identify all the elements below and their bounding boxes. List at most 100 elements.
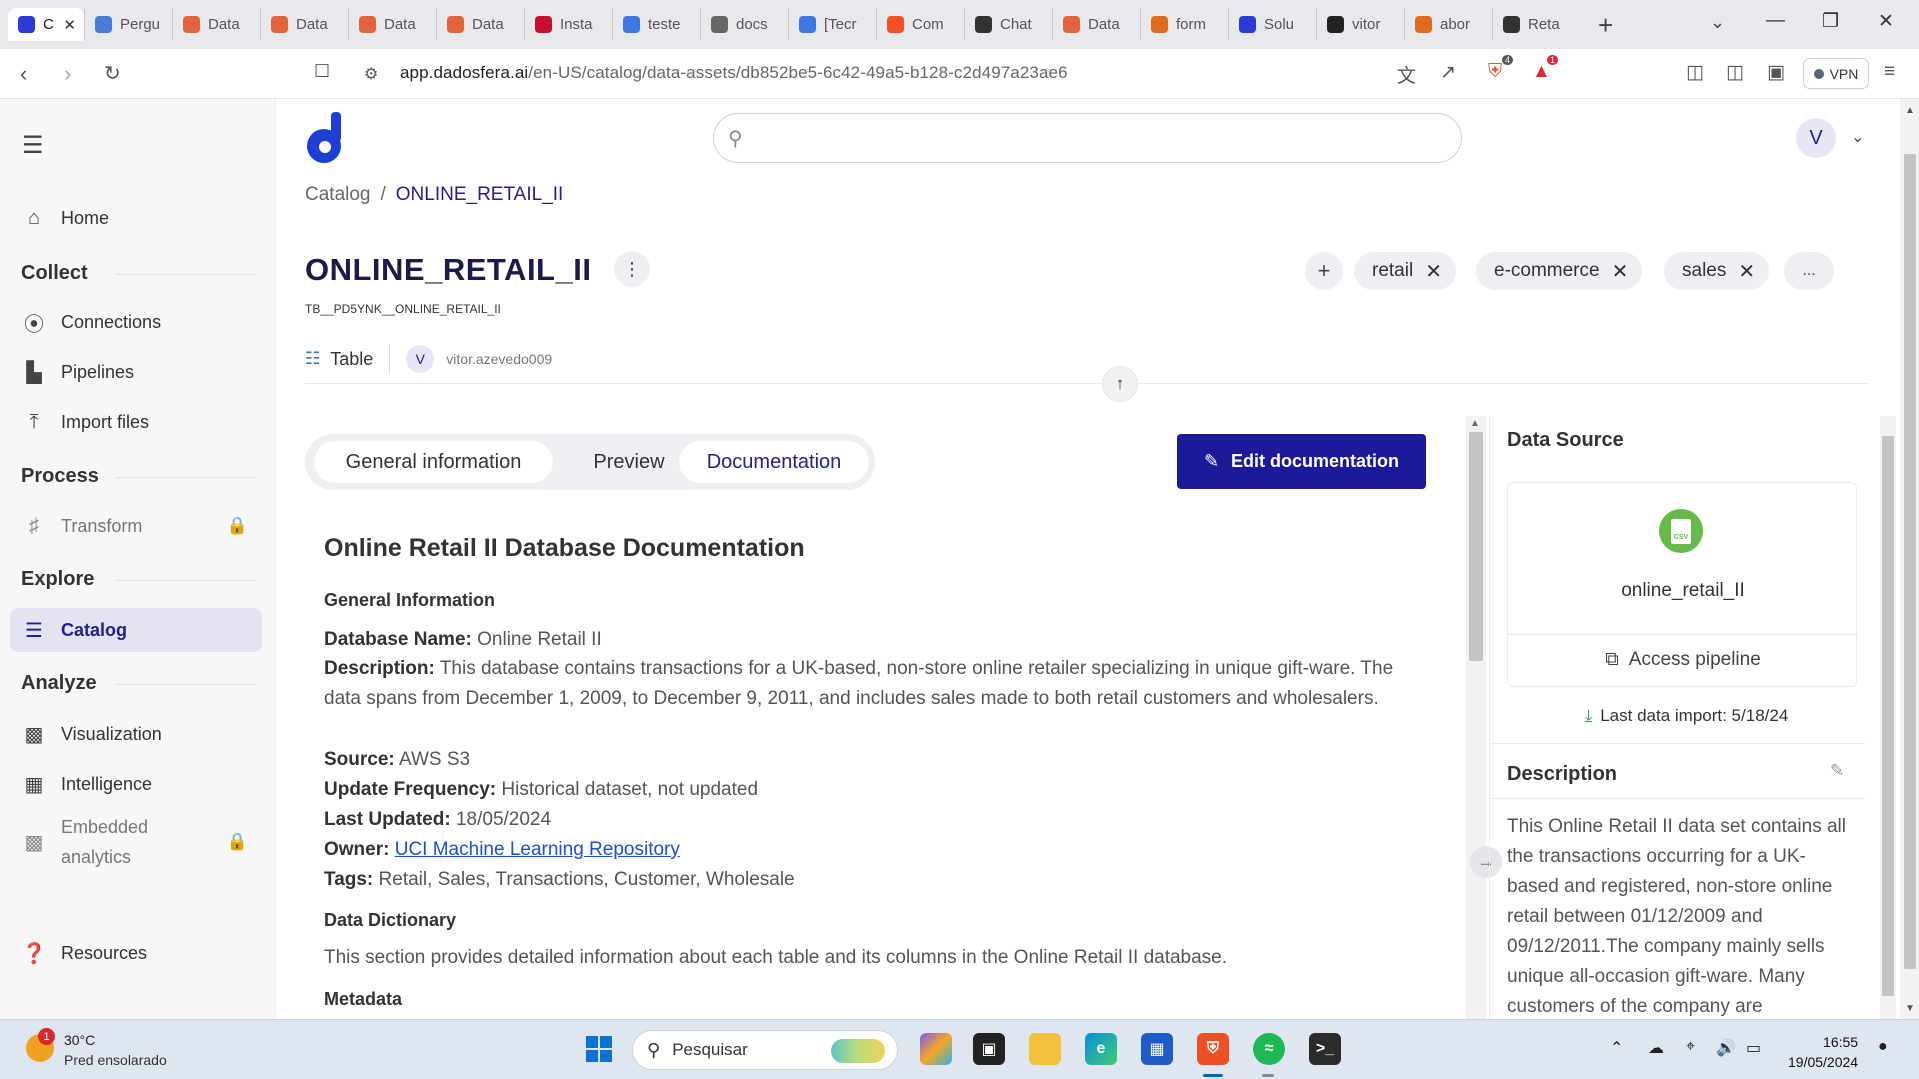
edit-documentation-button[interactable]: ✎ Edit documentation: [1177, 434, 1426, 489]
scroll-down-icon[interactable]: ▼: [1905, 1003, 1915, 1014]
divider: [116, 477, 256, 478]
menu-icon[interactable]: ≡: [1884, 61, 1895, 83]
sidebar-item-home[interactable]: ⌂ Home: [10, 196, 262, 240]
chevron-up-icon[interactable]: ⌃: [1610, 1038, 1623, 1058]
scroll-thumb[interactable]: [1469, 432, 1483, 661]
browser-tab[interactable]: Data: [260, 8, 348, 41]
tab-general-information[interactable]: General information: [314, 441, 553, 483]
dadosfera-icon: [18, 16, 35, 33]
close-window-icon[interactable]: ✕: [1878, 10, 1894, 33]
terminal-icon[interactable]: >_: [1309, 1033, 1341, 1065]
close-tab-icon[interactable]: ✕: [63, 16, 76, 34]
search-input[interactable]: ⚲: [713, 113, 1462, 163]
browser-tab[interactable]: Data: [348, 8, 436, 41]
page-scrollbar[interactable]: ▲ ▼: [1900, 99, 1919, 1019]
brave-shield-icon[interactable]: ⛨: [1488, 61, 1502, 83]
back-icon[interactable]: ‹: [20, 61, 27, 87]
more-tags-button[interactable]: ...: [1784, 252, 1834, 290]
doc-line: Update Frequency: Historical dataset, no…: [324, 779, 759, 800]
hamburger-menu-icon[interactable]: ☰: [22, 131, 44, 160]
tab-documentation[interactable]: Documentation: [679, 441, 869, 483]
sidebar-item-visualization[interactable]: ▩ Visualization: [10, 712, 262, 756]
restore-icon[interactable]: ❐: [1822, 10, 1839, 33]
vpn-button[interactable]: VPN: [1803, 58, 1869, 89]
spotify-icon[interactable]: ≈: [1253, 1033, 1285, 1065]
store-icon[interactable]: ▦: [1141, 1033, 1173, 1065]
browser-tab[interactable]: Pergu: [84, 8, 172, 41]
sidebar-item-intelligence[interactable]: ▦ Intelligence: [10, 762, 262, 806]
tab-label: Solu: [1264, 16, 1295, 33]
breadcrumb-catalog-link[interactable]: Catalog: [305, 184, 371, 205]
edge-icon[interactable]: e: [1085, 1033, 1117, 1065]
documentation-scrollbar[interactable]: ▲: [1466, 416, 1486, 1019]
task-view-icon[interactable]: ▣: [973, 1033, 1005, 1065]
taskbar-search-input[interactable]: ⚲ Pesquisar: [632, 1030, 898, 1070]
browser-tab[interactable]: form: [1140, 8, 1228, 41]
site-settings-icon[interactable]: ⚙: [364, 64, 378, 84]
scroll-thumb[interactable]: [1882, 436, 1894, 996]
copilot-icon[interactable]: [920, 1033, 952, 1065]
extensions-icon[interactable]: ◫: [1686, 61, 1704, 84]
add-tag-button[interactable]: +: [1305, 252, 1343, 290]
clock[interactable]: 16:55 19/05/2024: [1788, 1032, 1858, 1072]
sidebar-item-resources[interactable]: ❓ Resources: [10, 931, 262, 975]
sidebar-item-transform[interactable]: ♯ Transform 🔒: [10, 504, 262, 548]
browser-tab[interactable]: Chat: [964, 8, 1052, 41]
browser-tab[interactable]: teste: [612, 8, 700, 41]
share-icon[interactable]: ↗: [1440, 61, 1456, 84]
scroll-up-icon[interactable]: ▲: [1470, 418, 1480, 429]
browser-tab[interactable]: Data: [172, 8, 260, 41]
battery-icon[interactable]: ▭: [1746, 1038, 1761, 1058]
browser-tab[interactable]: C ✕: [8, 8, 84, 41]
cloud-offline-icon[interactable]: ☁: [1648, 1038, 1664, 1058]
browser-tab[interactable]: Data: [1052, 8, 1140, 41]
remove-tag-icon[interactable]: ✕: [1738, 259, 1755, 284]
sidebar-item-pipelines[interactable]: ▙ Pipelines: [10, 350, 262, 394]
reload-icon[interactable]: ↻: [104, 61, 121, 86]
user-avatar[interactable]: V: [1796, 118, 1836, 158]
windows-start-icon[interactable]: [583, 1033, 615, 1065]
sidebar-item-import-files[interactable]: ⤒ Import files: [10, 400, 262, 444]
wifi-icon[interactable]: ⌖: [1686, 1038, 1695, 1056]
more-options-button[interactable]: ⋮: [614, 251, 650, 287]
notifications-icon[interactable]: ●: [1878, 1038, 1888, 1056]
edit-description-icon[interactable]: ✎: [1830, 761, 1844, 781]
url-field[interactable]: app.dadosfera.ai/en-US/catalog/data-asse…: [400, 63, 1068, 83]
tab-search-chevron-icon[interactable]: ⌄: [1710, 12, 1725, 33]
external-link-icon: ⧉: [1605, 649, 1619, 670]
browser-tab[interactable]: Solu: [1228, 8, 1316, 41]
scroll-thumb[interactable]: [1904, 154, 1916, 969]
wallet-icon[interactable]: ▣: [1767, 61, 1785, 84]
collapse-header-icon[interactable]: ↑: [1102, 366, 1138, 402]
browser-tab[interactable]: [Tecr: [788, 8, 876, 41]
bookmark-icon[interactable]: ☐: [314, 61, 330, 82]
remove-tag-icon[interactable]: ✕: [1425, 259, 1442, 284]
browser-tab[interactable]: vitor: [1316, 8, 1404, 41]
browser-tab[interactable]: docs: [700, 8, 788, 41]
browser-tab[interactable]: Insta: [524, 8, 612, 41]
browser-tab[interactable]: Reta: [1492, 8, 1580, 41]
dadosfera-logo[interactable]: [305, 112, 345, 164]
breadcrumb-separator: /: [380, 184, 386, 205]
sidebar-item-connections[interactable]: ⦿ Connections: [10, 300, 262, 344]
scroll-up-icon[interactable]: ▲: [1905, 105, 1915, 116]
browser-tab[interactable]: abor: [1404, 8, 1492, 41]
forward-icon[interactable]: ›: [64, 61, 71, 87]
right-panel-scrollbar[interactable]: [1880, 416, 1896, 1019]
chevron-down-icon[interactable]: ⌄: [1851, 127, 1864, 147]
sidebar-item-embedded-analytics[interactable]: ▩ Embedded analytics 🔒: [10, 812, 262, 872]
owner-link[interactable]: UCI Machine Learning Repository: [395, 839, 680, 860]
browser-tab[interactable]: Com: [876, 8, 964, 41]
translate-icon[interactable]: 文: [1397, 61, 1416, 88]
minimize-icon[interactable]: —: [1766, 10, 1785, 32]
sidebar-item-catalog[interactable]: ☰ Catalog: [10, 608, 262, 652]
sidebar-toggle-icon[interactable]: ◫: [1726, 61, 1744, 84]
file-explorer-icon[interactable]: [1029, 1033, 1061, 1065]
brave-rewards-icon[interactable]: ▲: [1532, 61, 1551, 83]
new-tab-button[interactable]: +: [1598, 10, 1613, 41]
brave-icon[interactable]: ⛨: [1197, 1033, 1229, 1065]
access-pipeline-link[interactable]: ⧉ Access pipeline: [1508, 649, 1858, 671]
browser-tab[interactable]: Data: [436, 8, 524, 41]
remove-tag-icon[interactable]: ✕: [1612, 259, 1629, 284]
volume-icon[interactable]: 🔊: [1716, 1038, 1736, 1058]
